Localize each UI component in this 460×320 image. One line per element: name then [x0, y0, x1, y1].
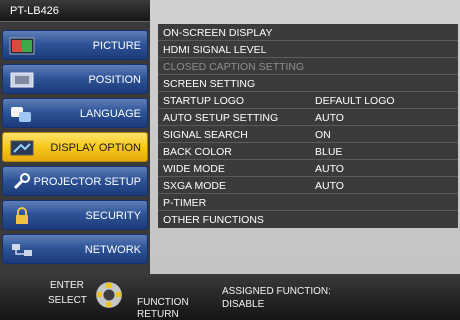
menu-row-on-screen-display[interactable]: ON-SCREEN DISPLAY — [158, 24, 458, 41]
menu-row-auto-setup-setting[interactable]: AUTO SETUP SETTING AUTO — [158, 109, 458, 126]
menu-row-sxga-mode[interactable]: SXGA MODE AUTO — [158, 177, 458, 194]
menu-row-screen-setting[interactable]: SCREEN SETTING — [158, 75, 458, 92]
menu-row-value: AUTO — [315, 180, 344, 192]
sidebar-item-label: POSITION — [88, 74, 141, 86]
lock-icon — [16, 207, 28, 224]
sidebar-item-label: PROJECTOR SETUP — [33, 176, 141, 188]
menu-row-label: ON-SCREEN DISPLAY — [163, 27, 273, 39]
main-panel: ON-SCREEN DISPLAY HDMI SIGNAL LEVEL CLOS… — [150, 0, 460, 274]
directional-pad-icon — [96, 282, 122, 308]
assigned-function-value: DISABLE — [222, 299, 265, 310]
menu-row-value: AUTO — [315, 112, 344, 124]
assigned-function-label: ASSIGNED FUNCTION: — [222, 286, 331, 297]
enter-label: ENTER — [50, 280, 84, 291]
menu-row-label: STARTUP LOGO — [163, 95, 245, 107]
model-title: PT-LB426 — [0, 0, 150, 22]
display-option-menu: ON-SCREEN DISPLAY HDMI SIGNAL LEVEL CLOS… — [158, 24, 458, 228]
menu-row-startup-logo[interactable]: STARTUP LOGO DEFAULT LOGO — [158, 92, 458, 109]
menu-row-label: CLOSED CAPTION SETTING — [163, 61, 305, 73]
menu-row-label: HDMI SIGNAL LEVEL — [163, 44, 267, 56]
picture-icon — [9, 37, 35, 55]
projector-setup-icon — [13, 173, 30, 190]
menu-row-label: WIDE MODE — [163, 163, 225, 175]
menu-row-label: SIGNAL SEARCH — [163, 129, 248, 141]
footer-help-bar: ENTER SELECT FUNCTION RETURN ASSIGNED FU… — [0, 274, 460, 320]
position-icon — [10, 72, 34, 88]
menu-row-label: SCREEN SETTING — [163, 78, 256, 90]
sidebar-item-security[interactable]: SECURITY — [2, 200, 148, 230]
function-label: FUNCTION — [137, 297, 189, 308]
menu-row-back-color[interactable]: BACK COLOR BLUE — [158, 143, 458, 160]
display-option-icon — [10, 140, 34, 156]
network-icon — [12, 244, 32, 256]
menu-row-signal-search[interactable]: SIGNAL SEARCH ON — [158, 126, 458, 143]
sidebar-item-label: PICTURE — [92, 40, 141, 52]
menu-row-value: BLUE — [315, 146, 343, 158]
menu-row-label: OTHER FUNCTIONS — [163, 214, 264, 226]
sidebar-item-label: SECURITY — [85, 210, 141, 222]
menu-row-label: SXGA MODE — [163, 180, 227, 192]
sidebar-item-position[interactable]: POSITION — [2, 64, 148, 94]
menu-row-hdmi-signal-level[interactable]: HDMI SIGNAL LEVEL — [158, 41, 458, 58]
menu-row-p-timer[interactable]: P-TIMER — [158, 194, 458, 211]
menu-row-label: AUTO SETUP SETTING — [163, 112, 279, 124]
sidebar: PICTURE POSITION LANGUAGE DISPLAY OPTION — [0, 22, 150, 274]
sidebar-item-picture[interactable]: PICTURE — [2, 30, 148, 60]
projector-osd-window: PT-LB426 PICTURE POSITION LANGUAGE DISPL… — [0, 0, 460, 320]
sidebar-item-label: DISPLAY OPTION — [50, 142, 141, 154]
sidebar-item-display-option[interactable]: DISPLAY OPTION — [2, 132, 148, 162]
language-icon — [11, 107, 31, 122]
sidebar-item-projector-setup[interactable]: PROJECTOR SETUP — [2, 166, 148, 196]
menu-row-value: DEFAULT LOGO — [315, 95, 395, 107]
sidebar-item-label: NETWORK — [84, 244, 141, 256]
sidebar-item-label: LANGUAGE — [79, 108, 141, 120]
select-label: SELECT — [48, 295, 87, 306]
menu-row-value: ON — [315, 129, 331, 141]
menu-row-value: AUTO — [315, 163, 344, 175]
sidebar-item-language[interactable]: LANGUAGE — [2, 98, 148, 128]
menu-row-wide-mode[interactable]: WIDE MODE AUTO — [158, 160, 458, 177]
return-label: RETURN — [137, 309, 179, 320]
menu-row-other-functions[interactable]: OTHER FUNCTIONS — [158, 211, 458, 228]
menu-row-label: P-TIMER — [163, 197, 207, 209]
menu-row-closed-caption-setting: CLOSED CAPTION SETTING — [158, 58, 458, 75]
menu-row-label: BACK COLOR — [163, 146, 232, 158]
sidebar-item-network[interactable]: NETWORK — [2, 234, 148, 264]
